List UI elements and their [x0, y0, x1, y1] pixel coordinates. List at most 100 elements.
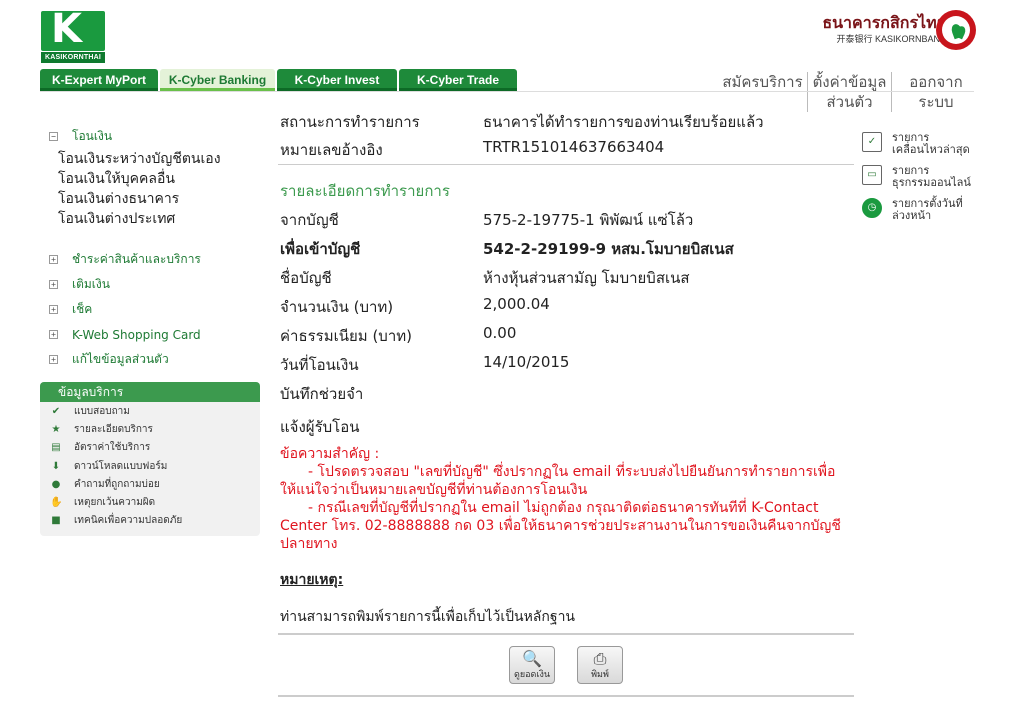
header: K KASIKORNTHAI ธนาคารกสิกรไทย 开泰银行 KASIK…	[0, 0, 1016, 112]
service-item-label: ดาวน์โหลดแบบฟอร์ม	[74, 460, 168, 472]
divider	[278, 695, 854, 697]
print-button[interactable]: ⎙ พิมพ์	[577, 646, 623, 684]
transfer-date-label: วันที่โอนเงิน	[280, 356, 359, 374]
menu-group-label: ชำระค่าสินค้าและบริการ	[72, 252, 201, 266]
divider	[278, 164, 854, 165]
register-link[interactable]: สมัครบริการ	[718, 72, 808, 112]
download-icon: ⬇	[51, 460, 61, 472]
service-item-label: แบบสอบถาม	[74, 405, 130, 417]
logo-letter: K	[51, 6, 82, 52]
section-title-transaction-details: รายละเอียดการทำรายการ	[280, 182, 450, 200]
header-divider	[40, 91, 974, 92]
logout-line2: ระบบ	[918, 93, 954, 111]
expand-icon: +	[49, 355, 58, 364]
fee-value: 0.00	[483, 324, 517, 342]
printer-icon: ⎙	[593, 649, 607, 668]
service-info-box: ข้อมูลบริการ ✔ แบบสอบถาม ★ รายละเอียดบริ…	[40, 382, 260, 536]
bank-name-english: 开泰银行 KASIKORNBANK	[836, 34, 946, 44]
service-item-label: อัตราค่าใช้บริการ	[74, 442, 151, 454]
document-check-icon: ✓	[862, 132, 882, 152]
transfer-date-value: 14/10/2015	[483, 353, 570, 371]
menu-group-label: โอนเงิน	[72, 129, 113, 143]
account-name-value: ห้างหุ้นส่วนสามัญ โมบายบิสเนส	[483, 269, 690, 287]
expand-icon: +	[49, 280, 58, 289]
menu-item-interbank-transfer[interactable]: โอนเงินต่างธนาคาร	[40, 189, 260, 209]
expand-icon: +	[49, 330, 58, 339]
quick-link-scheduled-transactions[interactable]: ◷ รายการตั้งวันที่ ล่วงหน้า	[862, 198, 992, 222]
clock-icon: ◷	[862, 198, 882, 218]
notice-line-contact-center: - กรณีเลขที่บัญชีที่ปรากฏใน email ไม่ถูก…	[280, 500, 841, 552]
menu-group-top-up[interactable]: + เติมเงิน	[40, 272, 260, 297]
service-item-survey[interactable]: ✔ แบบสอบถาม	[40, 402, 260, 420]
settings-line1: ตั้งค่าข้อมูล	[812, 73, 887, 91]
kasikorn-logo[interactable]: K KASIKORNTHAI	[41, 7, 105, 63]
service-item-download-forms[interactable]: ⬇ ดาวน์โหลดแบบฟอร์ม	[40, 457, 260, 475]
menu-group-cheque[interactable]: + เช็ค	[40, 297, 260, 322]
quick-link-recent-movements[interactable]: ✓ รายการ เคลื่อนไหวล่าสุด	[862, 132, 992, 156]
tab-k-expert-myport[interactable]: K-Expert MyPort	[40, 69, 158, 91]
quick-link-line2: ธุรกรรมออนไลน์	[892, 176, 971, 189]
reference-number: TRTR151014637663404	[483, 138, 665, 156]
logout-link[interactable]: ออกจาก ระบบ	[900, 72, 972, 112]
notice-line-verify-account: - โปรดตรวจสอบ "เลขที่บัญชี" ซึ่งปรากฏใน …	[280, 464, 836, 498]
print-hint: ท่านสามารถพิมพ์รายการนี้เพื่อเก็บไว้เป็น…	[280, 609, 576, 625]
status-value: ธนาคารได้ทำรายการของท่านเรียบร้อยแล้ว	[483, 113, 764, 131]
menu-group-edit-profile[interactable]: + แก้ไขข้อมูลส่วนตัว	[40, 347, 260, 372]
from-account-value: 575-2-19775-1 พิพัฒน์ แซ่โล้ว	[483, 211, 694, 229]
amount-label: จำนวนเงิน (บาท)	[280, 298, 394, 316]
important-notice: ข้อความสำคัญ : - โปรดตรวจสอบ "เลขที่บัญช…	[280, 445, 850, 553]
logout-line1: ออกจาก	[909, 73, 963, 91]
menu-group-label: เติมเงิน	[72, 277, 110, 291]
remark-title: หมายเหตุ:	[280, 572, 344, 588]
menu-item-own-account-transfer[interactable]: โอนเงินระหว่างบัญชีตนเอง	[40, 149, 260, 169]
k-logo-icon: K	[41, 7, 105, 51]
tab-k-cyber-invest[interactable]: K-Cyber Invest	[277, 69, 397, 91]
bank-brand: ธนาคารกสิกรไทย 开泰银行 KASIKORNBANK	[822, 13, 946, 45]
tab-k-cyber-trade[interactable]: K-Cyber Trade	[399, 69, 517, 91]
star-icon: ★	[51, 423, 61, 435]
notice-title: ข้อความสำคัญ :	[280, 446, 380, 462]
fee-label: ค่าธรรมเนียม (บาท)	[280, 327, 412, 345]
status-label: สถานะการทำรายการ	[280, 113, 420, 131]
menu-group-payments[interactable]: + ชำระค่าสินค้าและบริการ	[40, 247, 260, 272]
expand-icon: +	[49, 255, 58, 264]
main-tabs: K-Expert MyPort K-Cyber Banking K-Cyber …	[40, 69, 519, 91]
bank-emblem-icon	[936, 10, 976, 50]
magnifier-icon: 🔍	[522, 649, 542, 668]
service-item-security-tips[interactable]: ■ เทคนิคเพื่อความปลอดภัย	[40, 512, 260, 530]
expand-icon: +	[49, 305, 58, 314]
quick-link-line2: เคลื่อนไหวล่าสุด	[892, 143, 970, 156]
top-links: สมัครบริการ ตั้งค่าข้อมูล ส่วนตัว ออกจาก…	[718, 72, 972, 112]
service-item-disclaimer[interactable]: ✋ เหตุยกเว้นความผิด	[40, 493, 260, 511]
menu-item-international-transfer[interactable]: โอนเงินต่างประเทศ	[40, 209, 260, 229]
from-account-label: จากบัญชี	[280, 211, 339, 229]
menu-group-label: K-Web Shopping Card	[72, 327, 201, 342]
menu-group-transfer[interactable]: − โอนเงิน	[40, 124, 260, 149]
check-balance-label: ดูยอดเงิน	[514, 670, 550, 680]
service-item-label: เหตุยกเว้นความผิด	[74, 497, 156, 509]
quick-link-line2: ล่วงหน้า	[892, 209, 932, 222]
reference-label: หมายเลขอ้างอิง	[280, 141, 383, 159]
check-balance-button[interactable]: 🔍 ดูยอดเงิน	[509, 646, 555, 684]
settings-line2: ส่วนตัว	[826, 93, 873, 111]
logo-word: KASIKORNTHAI	[41, 52, 105, 63]
personal-settings-link[interactable]: ตั้งค่าข้อมูล ส่วนตัว	[808, 72, 892, 112]
checkmark-icon: ✔	[51, 405, 61, 417]
menu-group-shopping-card[interactable]: + K-Web Shopping Card	[40, 322, 260, 347]
service-info-title: ข้อมูลบริการ	[40, 382, 260, 402]
memo-label: บันทึกช่วยจำ	[280, 385, 364, 403]
question-icon: ●	[51, 478, 61, 490]
service-item-fees[interactable]: ▤ อัตราค่าใช้บริการ	[40, 439, 260, 457]
service-item-details[interactable]: ★ รายละเอียดบริการ	[40, 420, 260, 438]
print-label: พิมพ์	[591, 670, 609, 680]
tab-k-cyber-banking[interactable]: K-Cyber Banking	[160, 69, 275, 91]
quick-link-online-transactions[interactable]: ▭ รายการ ธุรกรรมออนไลน์	[862, 165, 992, 189]
service-item-label: รายละเอียดบริการ	[74, 423, 153, 435]
collapse-icon: −	[49, 132, 58, 141]
account-name-label: ชื่อบัญชี	[280, 269, 332, 287]
amount-value: 2,000.04	[483, 295, 550, 313]
service-item-faq[interactable]: ● คำถามที่ถูกถามบ่อย	[40, 475, 260, 493]
service-item-label: เทคนิคเพื่อความปลอดภัย	[74, 515, 183, 527]
left-sidebar: − โอนเงิน โอนเงินระหว่างบัญชีตนเอง โอนเง…	[40, 112, 260, 536]
menu-item-third-party-transfer[interactable]: โอนเงินให้บุคคลอื่น	[40, 169, 260, 189]
